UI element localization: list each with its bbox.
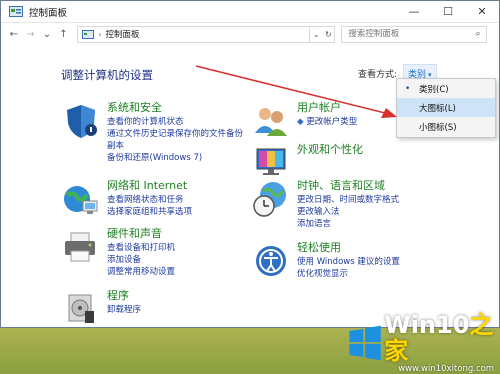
category-title[interactable]: 用户帐户 xyxy=(297,101,357,114)
category-hardware-sound: 硬件和声音 查看设备和打印机 添加设备 调整常用移动设置 xyxy=(61,227,175,278)
windows-logo-icon xyxy=(349,325,381,361)
users-icon xyxy=(255,108,287,136)
address-dropdown-icon[interactable]: ⌄ xyxy=(313,30,320,39)
link-change-date-time[interactable]: 更改日期、时间或数字格式 xyxy=(297,194,399,206)
link-uninstall-program[interactable]: 卸载程序 xyxy=(107,304,141,316)
category-system-security: 系统和安全 查看你的计算机状态 通过文件历史记录保存你的文件备份 副本 备份和还… xyxy=(61,101,243,164)
link-change-account-type-label: 更改帐户类型 xyxy=(306,117,358,127)
link-devices-printers[interactable]: 查看设备和打印机 xyxy=(107,242,175,254)
link-optimize-visual[interactable]: 优化视觉显示 xyxy=(297,268,400,280)
link-backup-restore[interactable]: 备份和还原(Windows 7) xyxy=(107,152,243,164)
breadcrumb-separator: › xyxy=(98,29,102,39)
admin-shield-icon: ◆ xyxy=(297,117,304,127)
menu-item-large-icons[interactable]: 大图标(L) xyxy=(397,98,495,117)
link-network-status[interactable]: 查看网络状态和任务 xyxy=(107,194,192,206)
recent-locations-button[interactable]: ⌄ xyxy=(40,29,54,40)
window-title: 控制面板 xyxy=(29,7,68,19)
maximize-button[interactable]: ☐ xyxy=(431,1,465,23)
up-button[interactable]: ↑ xyxy=(57,29,71,40)
category-title[interactable]: 轻松使用 xyxy=(297,241,400,254)
menu-item-label: 大图标(L) xyxy=(419,103,456,114)
network-icon xyxy=(64,186,98,214)
search-input[interactable] xyxy=(348,29,470,39)
watermark-url: www.win10xitong.com xyxy=(398,364,495,374)
search-icon[interactable]: ⌕ xyxy=(470,29,486,39)
category-user-accounts: 用户帐户 ◆ 更改帐户类型 xyxy=(251,101,357,141)
category-title[interactable]: 硬件和声音 xyxy=(107,227,175,240)
category-title[interactable]: 系统和安全 xyxy=(107,101,243,114)
category-title[interactable]: 网络和 Internet xyxy=(107,179,192,192)
close-button[interactable]: ✕ xyxy=(465,1,499,23)
link-add-device[interactable]: 添加设备 xyxy=(107,254,175,266)
monitor-icon xyxy=(256,148,286,175)
menu-item-small-icons[interactable]: 小图标(S) xyxy=(397,117,495,136)
clock-globe-icon xyxy=(253,182,286,217)
view-by-menu: • 类别(C) 大图标(L) 小图标(S) xyxy=(396,78,496,138)
link-view-computer-status[interactable]: 查看你的计算机状态 xyxy=(107,116,243,128)
watermark-brand: Win10 xyxy=(384,311,470,339)
category-ease-of-access: 轻松使用 使用 Windows 建议的设置 优化视觉显示 xyxy=(251,241,400,281)
address-toolbar: ← → ⌄ ↑ › 控制面板 ⌄ ↻ ⌕ xyxy=(1,23,499,45)
view-by-label: 查看方式: xyxy=(358,70,398,80)
programs-icon xyxy=(68,294,94,323)
control-panel-window: 控制面板 — ☐ ✕ ← → ⌄ ↑ › 控制面板 ⌄ ↻ ⌕ 调整 xyxy=(0,0,500,328)
link-mobility-settings[interactable]: 调整常用移动设置 xyxy=(107,266,175,278)
control-panel-small-icon xyxy=(82,29,95,39)
shield-icon xyxy=(67,105,97,138)
category-title[interactable]: 时钟、语言和区域 xyxy=(297,179,399,192)
link-add-language[interactable]: 添加语言 xyxy=(297,218,399,230)
link-file-history-backup[interactable]: 通过文件历史记录保存你的文件备份 xyxy=(107,128,243,140)
menu-item-label: 类别(C) xyxy=(419,84,449,95)
page-title: 调整计算机的设置 xyxy=(61,68,153,82)
category-clock-language: 时钟、语言和区域 更改日期、时间或数字格式 更改输入法 添加语言 xyxy=(251,179,399,230)
link-recommended-settings[interactable]: 使用 Windows 建议的设置 xyxy=(297,256,400,268)
selected-bullet-icon: • xyxy=(405,83,411,94)
refresh-icon[interactable]: ↻ xyxy=(325,30,332,39)
breadcrumb-control-panel[interactable]: 控制面板 xyxy=(105,28,139,40)
watermark: Win10之家 www.win10xitong.com xyxy=(346,312,500,374)
category-title[interactable]: 外观和个性化 xyxy=(297,143,363,156)
link-change-input-method[interactable]: 更改输入法 xyxy=(297,206,399,218)
minimize-button[interactable]: — xyxy=(397,1,431,23)
search-box[interactable]: ⌕ xyxy=(341,25,487,43)
ease-of-access-icon xyxy=(256,246,286,276)
menu-item-category[interactable]: • 类别(C) xyxy=(397,79,495,98)
category-network: 网络和 Internet 查看网络状态和任务 选择家庭组和共享选项 xyxy=(61,179,192,219)
link-homegroup-sharing[interactable]: 选择家庭组和共享选项 xyxy=(107,206,192,218)
category-appearance: 外观和个性化 xyxy=(251,143,363,183)
title-bar[interactable]: 控制面板 — ☐ ✕ xyxy=(1,1,499,23)
address-bar[interactable]: › 控制面板 xyxy=(77,25,311,43)
link-change-account-type[interactable]: ◆ 更改帐户类型 xyxy=(297,116,357,128)
back-button[interactable]: ← xyxy=(7,29,21,40)
link-file-history-backup-cont[interactable]: 副本 xyxy=(107,140,243,152)
control-panel-icon xyxy=(9,6,23,17)
printer-icon xyxy=(65,232,95,262)
menu-item-label: 小图标(S) xyxy=(419,122,457,133)
forward-button[interactable]: → xyxy=(24,29,38,40)
category-programs: 程序 卸载程序 xyxy=(61,289,141,329)
category-title[interactable]: 程序 xyxy=(107,289,141,302)
